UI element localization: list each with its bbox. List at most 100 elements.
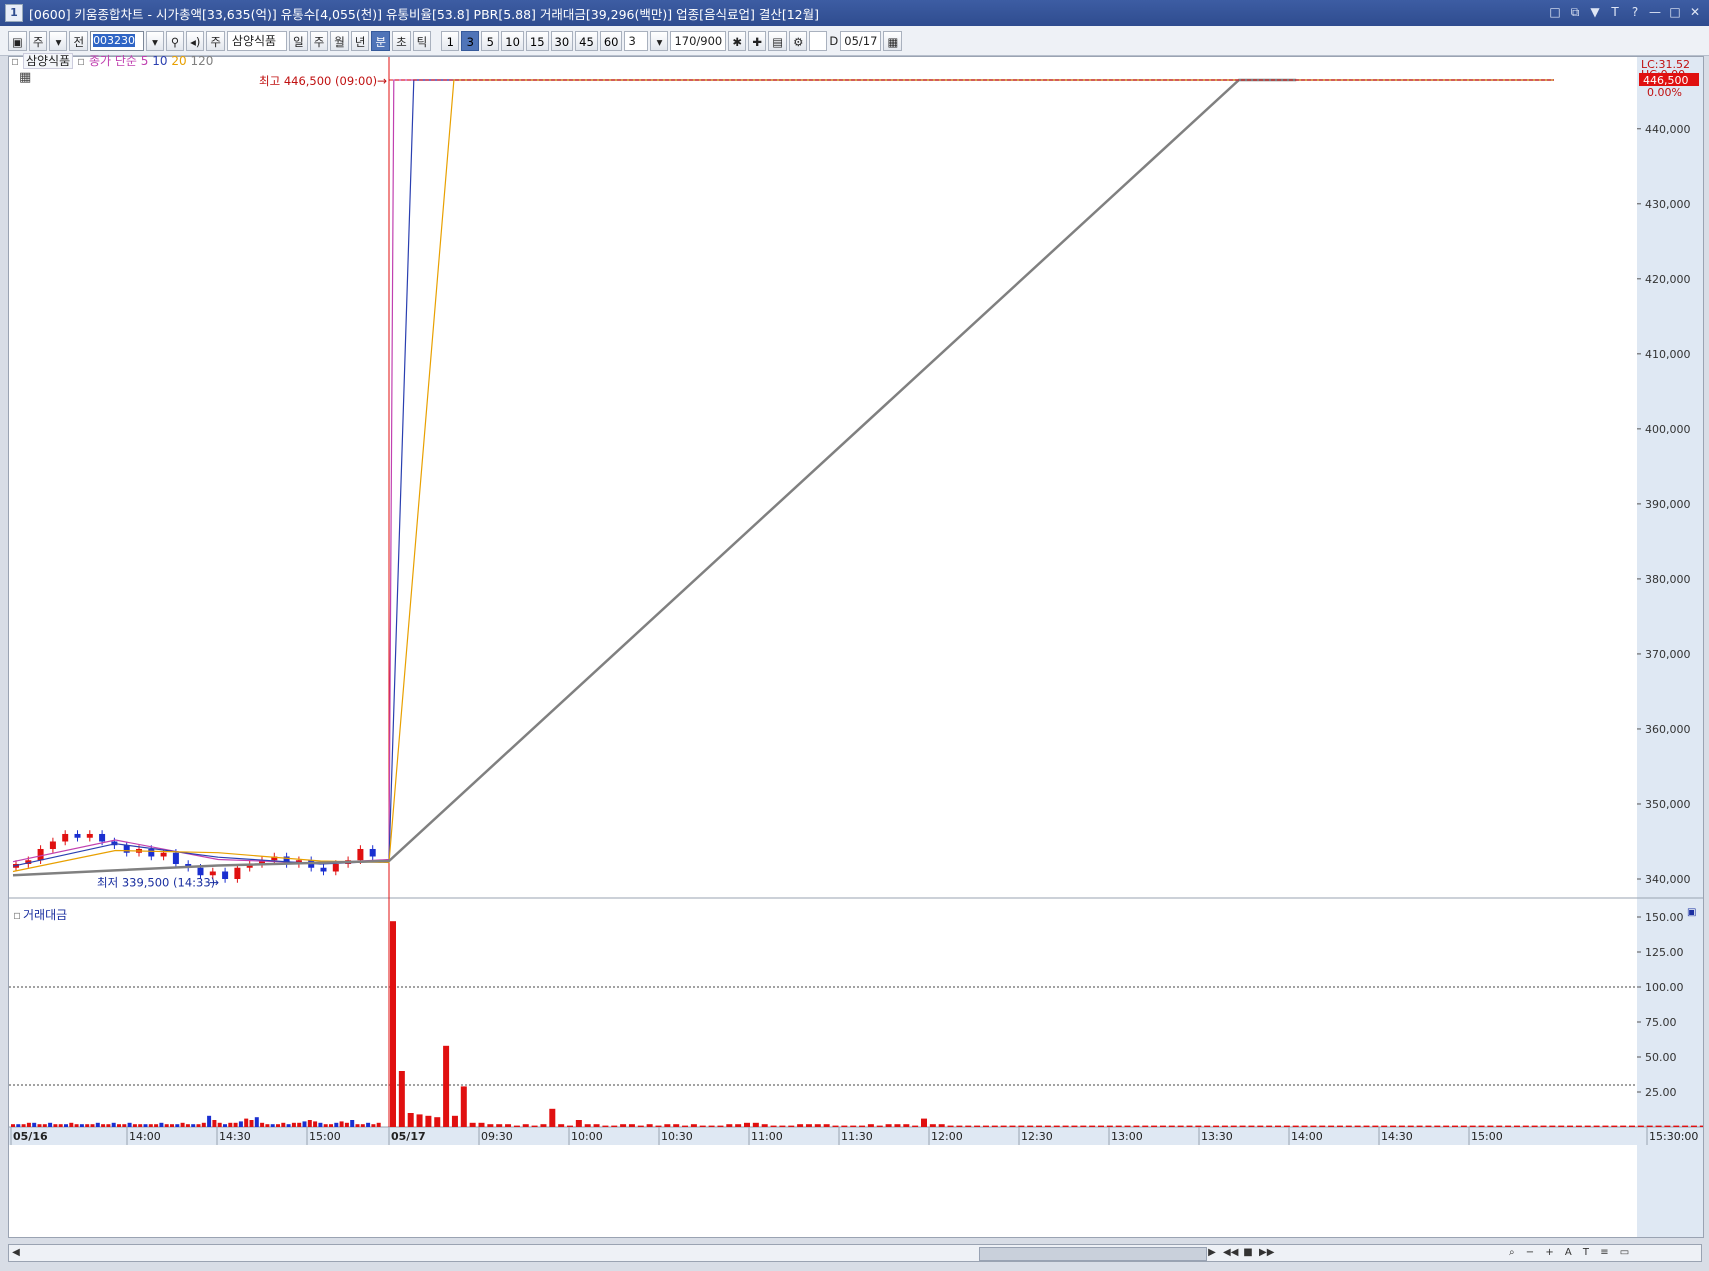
volume-bar	[1292, 1125, 1299, 1127]
volume-bar	[929, 1124, 936, 1127]
market-select[interactable]: 주	[28, 30, 48, 51]
date-label: D	[829, 33, 839, 48]
interval-30[interactable]: 30	[550, 30, 574, 51]
volume-bar	[921, 1118, 927, 1127]
volume-bar	[1363, 1125, 1370, 1127]
scroll-thumb[interactable]	[979, 1247, 1207, 1261]
volume-bar	[21, 1124, 26, 1127]
volume-bar	[1213, 1125, 1220, 1127]
price-tick-label: 440,000	[1645, 123, 1691, 136]
volume-bar	[1478, 1125, 1485, 1127]
cascade-icon[interactable]: ⧉	[1567, 4, 1583, 20]
font-icon[interactable]: T	[1607, 4, 1623, 20]
interval-15[interactable]: 15	[525, 30, 549, 51]
volume-bar	[805, 1124, 812, 1127]
volume-bar	[1283, 1125, 1290, 1127]
volume-bar	[212, 1120, 217, 1127]
volume-bar	[451, 1115, 458, 1127]
drawing-tools[interactable]: ⌕ − + A T ≡ ▭	[1509, 1245, 1689, 1261]
layout-icon[interactable]: ▣	[8, 30, 27, 51]
volume-bar	[1540, 1125, 1547, 1127]
interval-45[interactable]: 45	[575, 30, 598, 51]
minimize-icon[interactable]: —	[1647, 4, 1663, 20]
period-day[interactable]: 일	[289, 30, 308, 51]
period-month[interactable]: 월	[330, 30, 349, 51]
interval-input[interactable]: 3	[624, 30, 649, 51]
rewind-icon[interactable]: ◀◀	[1223, 1245, 1238, 1261]
chart-canvas[interactable]: 340,000 350,000 360,000 370,000 380,000 390,0…	[9, 57, 1703, 1237]
scroll-right-icon[interactable]: ▶	[1205, 1245, 1219, 1261]
pin-icon[interactable]: ▼	[1587, 4, 1603, 20]
interval-60[interactable]: 60	[599, 30, 623, 51]
settings-icon[interactable]: ⚙	[789, 30, 808, 51]
volume-bar	[26, 1122, 31, 1127]
period-year[interactable]: 년	[350, 30, 370, 51]
volume-bar	[1531, 1125, 1538, 1127]
volume-bar	[329, 1124, 333, 1127]
volume-bar	[1080, 1125, 1087, 1127]
code-dropdown-icon[interactable]: ▾	[146, 30, 165, 51]
scroll-left-icon[interactable]: ◀	[9, 1245, 23, 1261]
volume-bar	[371, 1124, 376, 1127]
interval-dropdown-icon[interactable]: ▾	[650, 30, 669, 51]
volume-bar	[549, 1108, 556, 1127]
ma-line-120	[12, 78, 1297, 877]
x-tick-label: 14:00	[1291, 1130, 1323, 1143]
volume-bar	[334, 1122, 339, 1127]
volume-bar	[593, 1124, 600, 1127]
market-dropdown-icon[interactable]: ▾	[49, 30, 68, 51]
interval-5[interactable]: 5	[481, 30, 500, 51]
period-minute[interactable]: 분	[371, 30, 391, 51]
stop-icon[interactable]: ■	[1241, 1245, 1255, 1261]
volume-bar	[260, 1122, 265, 1127]
stock-code-input[interactable]: 003230	[90, 30, 145, 51]
ma-line-20	[12, 79, 1554, 873]
restore-icon[interactable]: □	[1547, 4, 1563, 20]
period-week[interactable]: 주	[309, 30, 329, 51]
interval-10[interactable]: 10	[501, 30, 524, 51]
window-number[interactable]: 1	[5, 4, 23, 22]
date-field[interactable]: 05/17	[840, 30, 882, 51]
candle-body	[99, 833, 106, 842]
close-icon[interactable]: ✕	[1687, 4, 1703, 20]
volume-bar	[655, 1125, 662, 1127]
volume-bar	[339, 1121, 344, 1127]
volume-bar	[79, 1124, 84, 1127]
horizontal-scrollbar[interactable]: ◀ ▶ ◀◀ ■ ▶▶ ⌕ − + A T ≡ ▭	[8, 1244, 1702, 1262]
volume-bar	[111, 1122, 116, 1127]
all-button[interactable]: 전	[69, 30, 89, 51]
maximize-icon[interactable]: □	[1667, 4, 1683, 20]
volume-bar	[797, 1124, 804, 1127]
volume-bar	[1336, 1125, 1343, 1127]
volume-bar	[117, 1124, 121, 1127]
sound-icon[interactable]: ◂)	[186, 30, 205, 51]
crosshair-icon[interactable]: ✚	[748, 30, 767, 51]
volume-bar	[841, 1125, 848, 1127]
period-second[interactable]: 초	[392, 30, 411, 51]
volume-bar	[1345, 1125, 1352, 1127]
volume-bar	[540, 1124, 547, 1127]
help-icon[interactable]: ?	[1627, 4, 1643, 20]
volume-bar	[726, 1124, 733, 1127]
chart-area[interactable]: 340,000 350,000 360,000 370,000 380,000 390,0…	[8, 53, 1704, 1238]
indicator-icon[interactable]: ✱	[728, 30, 747, 51]
volume-bar	[1425, 1125, 1432, 1127]
save-icon[interactable]: ▤	[768, 30, 788, 51]
x-tick-label: 12:30	[1021, 1130, 1053, 1143]
calendar-icon[interactable]: ▦	[883, 30, 903, 51]
stock-name-field[interactable]: 삼양식품	[226, 30, 288, 51]
stock-type-icon[interactable]: 주	[206, 30, 225, 51]
fast-forward-icon[interactable]: ▶▶	[1259, 1245, 1274, 1261]
interval-3[interactable]: 3	[461, 30, 480, 51]
period-tick[interactable]: 틱	[412, 30, 432, 51]
date-checkbox[interactable]	[809, 30, 828, 51]
change-label: 0.00%	[1647, 86, 1682, 99]
x-tick-label: 14:30	[219, 1130, 251, 1143]
volume-bar	[1266, 1125, 1273, 1127]
volume-bar	[974, 1125, 981, 1127]
volume-bar	[885, 1124, 892, 1127]
count-field[interactable]: 170/900	[670, 30, 727, 51]
search-icon[interactable]: ⚲	[166, 30, 185, 51]
candle-body	[37, 848, 44, 861]
interval-1[interactable]: 1	[441, 30, 460, 51]
